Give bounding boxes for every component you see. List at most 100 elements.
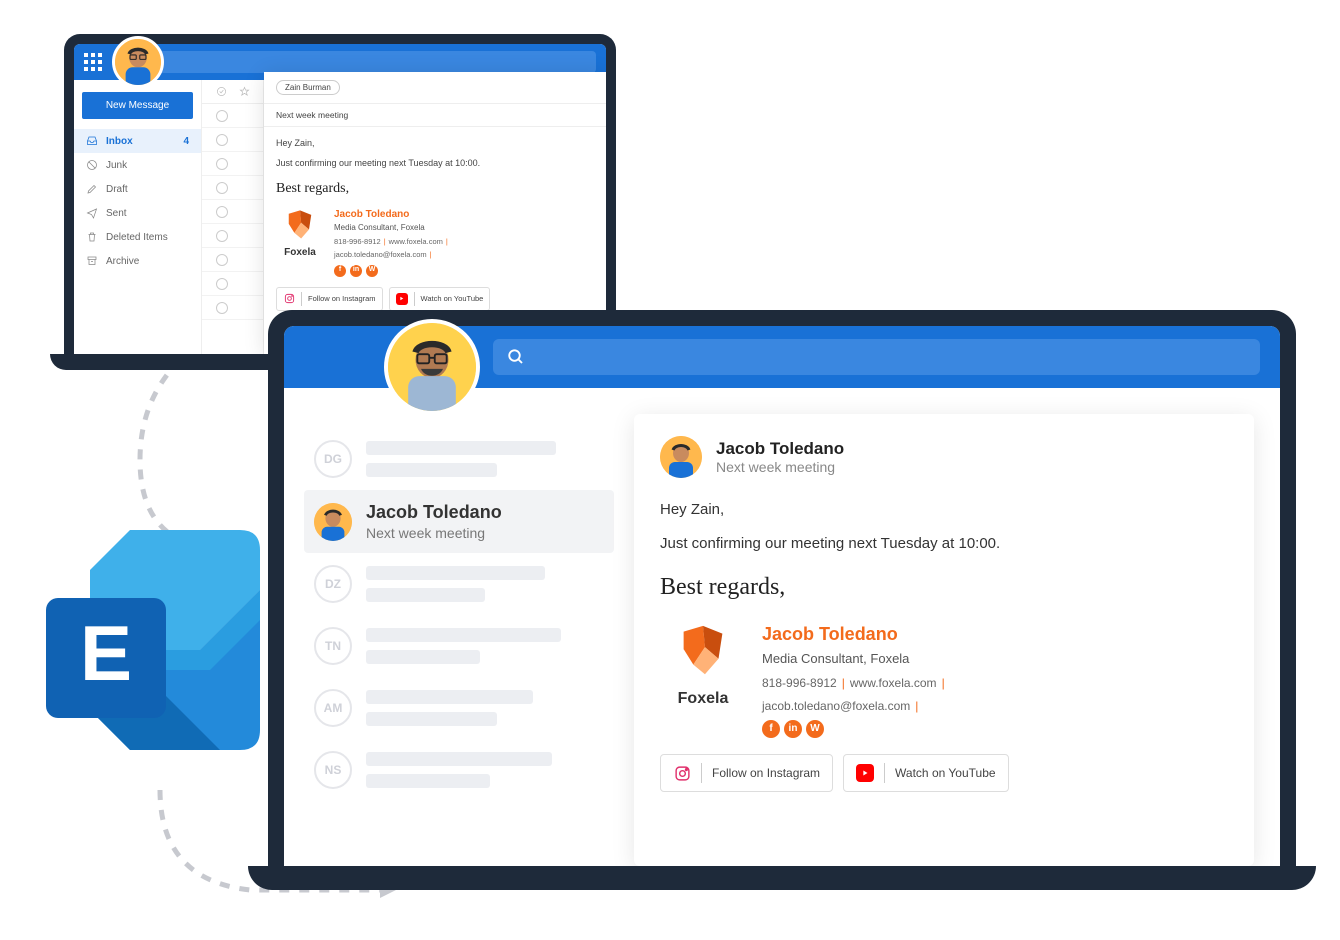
wordpress-icon[interactable]: W (366, 265, 378, 277)
sent-icon (86, 207, 98, 219)
sender-avatar (314, 503, 352, 541)
sidebar-item-deleted[interactable]: Deleted Items (74, 225, 201, 249)
sidebar-item-sent[interactable]: Sent (74, 201, 201, 225)
search-input[interactable] (493, 339, 1260, 375)
linkedin-icon[interactable]: in (784, 720, 802, 738)
from-name: Jacob Toledano (716, 439, 844, 459)
email-signature: Foxela Jacob Toledano Media Consultant, … (276, 207, 594, 277)
cta-label: Watch on YouTube (421, 293, 484, 304)
list-row[interactable] (202, 296, 263, 320)
sidebar-label: Draft (106, 184, 128, 195)
list-row[interactable] (202, 224, 263, 248)
sidebar-label: Sent (106, 208, 127, 219)
youtube-icon (398, 295, 405, 302)
avatar-placeholder: NS (314, 751, 352, 789)
signature-brand: Foxela (284, 245, 316, 260)
list-item[interactable]: AM (304, 677, 614, 739)
reading-pane: Jacob Toledano Next week meeting Hey Zai… (624, 388, 1280, 866)
from-subject: Next week meeting (716, 459, 844, 475)
list-item-selected[interactable]: Jacob Toledano Next week meeting (304, 490, 614, 553)
list-row[interactable] (202, 248, 263, 272)
instagram-cta-button[interactable]: Follow on Instagram (660, 754, 833, 792)
list-item-subject: Next week meeting (366, 525, 502, 541)
check-circle-icon[interactable] (216, 86, 227, 97)
foxela-logo-icon (672, 620, 734, 682)
youtube-cta-button[interactable]: Watch on YouTube (843, 754, 1009, 792)
compose-body[interactable]: Hey Zain, Just confirming our meeting ne… (264, 127, 606, 321)
subject-field[interactable]: Next week meeting (264, 104, 606, 127)
sidebar-label: Deleted Items (106, 232, 168, 243)
instagram-icon (284, 293, 295, 304)
recipient-chip[interactable]: Zain Burman (276, 80, 340, 95)
to-field[interactable]: Zain Burman (264, 72, 606, 104)
search-input[interactable] (126, 51, 596, 73)
cta-buttons: Follow on Instagram Watch on YouTube (276, 287, 594, 311)
cta-label: Follow on Instagram (308, 293, 376, 304)
junk-icon (86, 159, 98, 171)
message-body: Hey Zain, Just confirming our meeting ne… (660, 498, 1228, 792)
list-row[interactable] (202, 272, 263, 296)
youtube-cta-button[interactable]: Watch on YouTube (389, 287, 491, 311)
search-icon (507, 348, 525, 366)
avatar-placeholder: AM (314, 689, 352, 727)
signature-title: Media Consultant, Foxela (334, 222, 451, 234)
signature-website[interactable]: www.foxela.com (389, 237, 443, 246)
instagram-cta-button[interactable]: Follow on Instagram (276, 287, 383, 311)
signature-phone: 818-996-8912 (334, 237, 381, 246)
recipient-avatar (384, 319, 480, 415)
list-item-name: Jacob Toledano (366, 502, 502, 523)
message-header: Jacob Toledano Next week meeting (660, 436, 1228, 478)
list-row[interactable] (202, 104, 263, 128)
facebook-icon[interactable]: f (334, 265, 346, 277)
list-row[interactable] (202, 176, 263, 200)
cta-label: Watch on YouTube (895, 764, 996, 783)
list-item[interactable]: DG (304, 428, 614, 490)
folder-sidebar: New Message Inbox 4 Junk Draft Sent (74, 80, 202, 354)
sidebar-label: Inbox (106, 136, 133, 147)
list-row[interactable] (202, 200, 263, 224)
body-line: Just confirming our meeting next Tuesday… (276, 157, 594, 171)
list-row[interactable] (202, 128, 263, 152)
body-greeting: Hey Zain, (276, 137, 594, 151)
sidebar-item-draft[interactable]: Draft (74, 177, 201, 201)
signature-title: Media Consultant, Foxela (762, 649, 950, 670)
list-item[interactable]: DZ (304, 553, 614, 615)
message-list: DG Jacob Toledano Next week meeting DZ T… (284, 388, 624, 866)
sender-avatar (660, 436, 702, 478)
signature-phone: 818-996-8912 (762, 676, 837, 690)
sidebar-label: Junk (106, 160, 127, 171)
new-message-button[interactable]: New Message (82, 92, 193, 119)
youtube-icon (860, 768, 870, 778)
signature-signoff: Best regards, (660, 568, 1228, 606)
cta-label: Follow on Instagram (712, 764, 820, 783)
signature-brand: Foxela (678, 686, 729, 712)
apps-grid-icon[interactable] (84, 53, 102, 71)
instagram-icon (674, 765, 691, 782)
foxela-logo-icon (282, 207, 318, 243)
svg-text:E: E (80, 609, 132, 697)
trash-icon (86, 231, 98, 243)
signature-email-row: jacob.toledano@foxela.com| (762, 697, 950, 716)
avatar-placeholder: DG (314, 440, 352, 478)
linkedin-icon[interactable]: in (350, 265, 362, 277)
sender-avatar (112, 36, 164, 88)
email-signature: Foxela Jacob Toledano Media Consultant, … (660, 620, 1228, 738)
list-item[interactable]: NS (304, 739, 614, 801)
list-row[interactable] (202, 152, 263, 176)
sidebar-item-inbox[interactable]: Inbox 4 (74, 129, 201, 153)
wordpress-icon[interactable]: W (806, 720, 824, 738)
sidebar-item-archive[interactable]: Archive (74, 249, 201, 273)
sidebar-item-junk[interactable]: Junk (74, 153, 201, 177)
signature-email[interactable]: jacob.toledano@foxela.com (762, 699, 910, 713)
sidebar-label: Archive (106, 256, 139, 267)
signature-email-row: jacob.toledano@foxela.com| (334, 249, 451, 260)
signature-email[interactable]: jacob.toledano@foxela.com (334, 250, 427, 259)
signature-website[interactable]: www.foxela.com (850, 676, 937, 690)
star-icon[interactable] (239, 86, 250, 97)
signature-contact-row: 818-996-8912|www.foxela.com| (334, 236, 451, 247)
list-item[interactable]: TN (304, 615, 614, 677)
list-header (202, 80, 263, 104)
body-line: Just confirming our meeting next Tuesday… (660, 532, 1228, 556)
avatar-placeholder: TN (314, 627, 352, 665)
facebook-icon[interactable]: f (762, 720, 780, 738)
